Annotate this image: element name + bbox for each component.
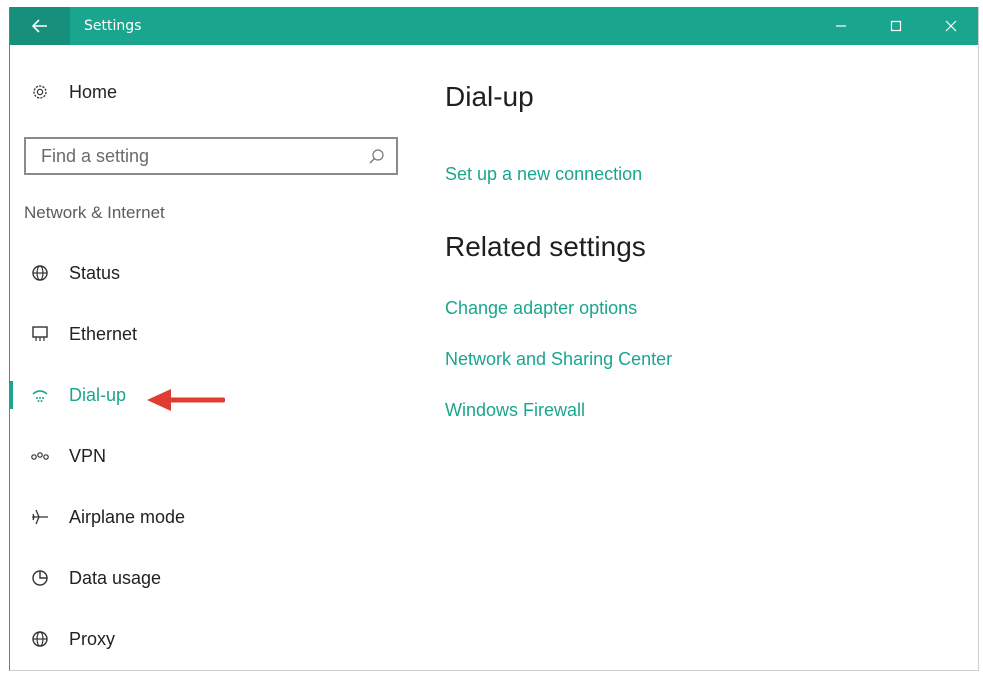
windows-firewall-link[interactable]: Windows Firewall <box>445 400 585 421</box>
minimize-button[interactable] <box>813 7 868 45</box>
selection-indicator <box>9 381 13 409</box>
sidebar-item-label: Dial-up <box>69 384 127 405</box>
data-usage-icon <box>30 568 50 588</box>
sidebar-item-ethernet[interactable]: Ethernet <box>10 314 390 354</box>
ethernet-icon <box>30 324 50 344</box>
sidebar-item-label: Data usage <box>69 567 162 588</box>
sidebar-item-data-usage[interactable]: Data usage <box>10 558 390 598</box>
minimize-icon <box>835 25 846 27</box>
search-icon[interactable] <box>368 148 386 171</box>
section-label: Network & Internet <box>24 203 165 222</box>
window-title: Settings <box>84 18 142 34</box>
search-box[interactable] <box>24 137 398 175</box>
network-sharing-center-link[interactable]: Network and Sharing Center <box>445 349 672 370</box>
setup-connection-link[interactable]: Set up a new connection <box>445 164 642 185</box>
related-settings-heading: Related settings <box>445 231 646 262</box>
sidebar-item-airplane-mode[interactable]: Airplane mode <box>10 497 390 537</box>
sidebar-item-vpn[interactable]: VPN <box>10 436 390 476</box>
settings-window: Settings Home Find a setting Network & I… <box>9 7 979 671</box>
sidebar-item-label: VPN <box>69 445 107 466</box>
sidebar-item-label: Status <box>69 262 121 283</box>
close-button[interactable] <box>923 7 978 45</box>
sidebar-item-status[interactable]: Status <box>10 253 390 293</box>
proxy-globe-icon <box>30 629 50 649</box>
search-input[interactable] <box>39 144 343 168</box>
sidebar-item-label: Proxy <box>69 628 116 649</box>
sidebar: Home Network & Internet Status <box>9 45 410 670</box>
gear-icon <box>30 82 50 102</box>
sidebar-item-proxy[interactable]: Proxy <box>10 619 390 659</box>
back-button[interactable] <box>10 7 70 45</box>
page-title: Dial-up <box>445 81 534 112</box>
vpn-icon <box>30 446 50 466</box>
red-arrow-annotation <box>147 389 225 411</box>
dial-up-icon <box>30 385 50 405</box>
title-bar: Settings <box>10 7 978 45</box>
maximize-button[interactable] <box>868 7 923 45</box>
change-adapter-options-link[interactable]: Change adapter options <box>445 298 637 319</box>
close-icon <box>945 20 956 32</box>
sidebar-item-label: Airplane mode <box>69 506 186 527</box>
home-nav-item[interactable]: Home <box>10 72 390 112</box>
back-arrow-icon <box>32 19 47 33</box>
status-globe-icon <box>30 263 50 283</box>
maximize-icon <box>890 20 901 32</box>
airplane-icon <box>30 507 50 527</box>
home-label: Home <box>69 81 118 102</box>
main-content: Dial-up Set up a new connection Related … <box>445 45 978 670</box>
sidebar-item-label: Ethernet <box>69 323 138 344</box>
